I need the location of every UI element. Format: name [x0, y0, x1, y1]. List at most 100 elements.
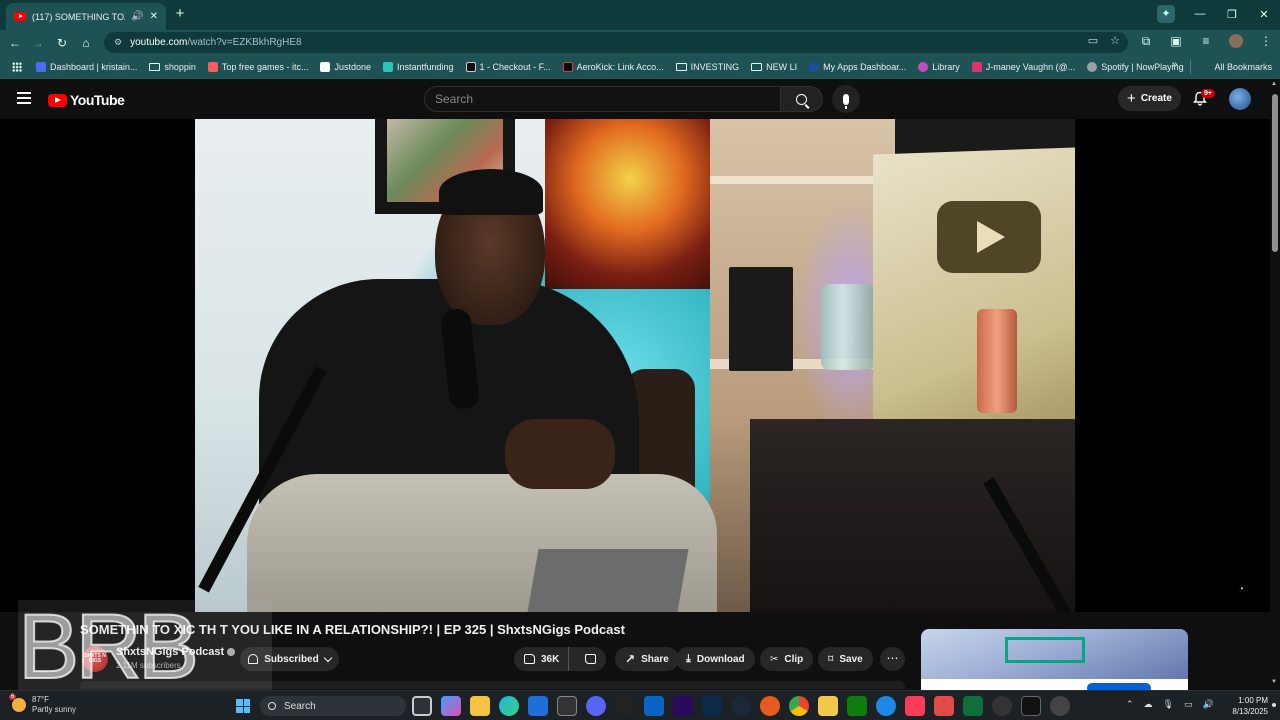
bookmark-item[interactable]: Library [912, 57, 966, 77]
chrome-icon[interactable] [789, 696, 809, 716]
video-player[interactable]: ◔ [0, 119, 1270, 612]
video-frame[interactable] [195, 119, 1075, 612]
site-info-icon[interactable]: ⚙ [114, 37, 122, 48]
more-actions-button[interactable]: ⋯ [880, 647, 905, 671]
outlook-icon[interactable] [644, 696, 664, 716]
all-bookmarks-button[interactable]: All Bookmarks [1208, 57, 1272, 77]
bookmark-folder[interactable]: INVESTING [670, 57, 746, 77]
bookmarks-overflow-icon[interactable]: » [1172, 59, 1178, 70]
taskbar-search[interactable]: Search [260, 696, 406, 716]
sponsored-ad-card[interactable] [921, 629, 1188, 691]
bookmark-item[interactable]: Instantfunding [377, 57, 460, 77]
weather-desc: Partly sunny [32, 705, 77, 714]
chrome-menu-icon[interactable]: ⋮ [1258, 34, 1274, 51]
reload-icon[interactable]: ↻ [53, 34, 71, 52]
search-button[interactable] [781, 86, 823, 112]
bookmark-item[interactable]: My Apps Dashboar... [803, 57, 912, 77]
create-button[interactable]: + Create [1118, 86, 1181, 111]
app-launcher-icon[interactable] [1021, 696, 1041, 716]
bookmark-star-icon[interactable]: ☆ [1110, 34, 1120, 47]
rockstar-icon[interactable] [818, 696, 838, 716]
forward-icon[interactable]: → [29, 34, 47, 52]
steam-icon[interactable] [731, 696, 751, 716]
extensions-icon[interactable]: ⧉ [1138, 34, 1154, 51]
copilot-icon[interactable] [441, 696, 461, 716]
account-avatar[interactable] [1229, 88, 1251, 110]
search-input[interactable] [435, 92, 765, 106]
like-dislike-group: 36K [514, 647, 606, 671]
music-icon[interactable] [905, 696, 925, 716]
clip-button[interactable]: ✂ Clip [760, 647, 814, 671]
sync-app-icon[interactable] [876, 696, 896, 716]
tab-close-icon[interactable]: ✕ [150, 11, 158, 22]
bookmark-item[interactable]: J-maney Vaughn (@... [966, 57, 1082, 77]
lightroom-icon[interactable] [702, 696, 722, 716]
youtube-header: YouTube + Create [0, 79, 1270, 119]
video-scene-game-box [729, 267, 793, 371]
premiere-pro-icon[interactable] [673, 696, 693, 716]
bookmark-item[interactable]: AeroKick: Link Acco... [557, 57, 670, 77]
scroll-down-arrow-icon[interactable]: ▼ [1271, 679, 1277, 685]
epic-games-icon[interactable] [557, 696, 577, 716]
terminal-app-icon[interactable] [963, 696, 983, 716]
network-icon[interactable]: ▭ [1184, 699, 1193, 710]
new-tab-button[interactable]: + [170, 5, 190, 23]
file-explorer-icon[interactable] [470, 696, 490, 716]
video-scene-laptop [527, 549, 689, 612]
windows-start-icon[interactable] [236, 699, 250, 713]
home-icon[interactable]: ⌂ [77, 34, 95, 52]
volume-icon[interactable]: 🔊 [1203, 699, 1214, 710]
apps-grid-icon[interactable] [12, 62, 22, 72]
checkout-favicon-icon [465, 62, 476, 72]
save-button[interactable]: ⌑ Save [818, 647, 873, 671]
download-button[interactable]: ⤓ Download [676, 647, 755, 671]
bookmark-item[interactable]: Justdone [314, 57, 377, 77]
tab-audio-icon[interactable]: 🔊 [131, 11, 143, 22]
minimize-icon[interactable]: — [1184, 8, 1216, 20]
xbox-icon[interactable] [847, 696, 867, 716]
media-app-icon[interactable] [615, 696, 635, 716]
bookmark-item[interactable]: 1 - Checkout - F... [460, 57, 557, 77]
bookmark-item[interactable]: Dashboard | kristain... [30, 57, 143, 77]
bookmark-folder[interactable]: shoppin [143, 57, 202, 77]
video-app-icon[interactable] [934, 696, 954, 716]
scroll-up-arrow-icon[interactable]: ▲ [1271, 81, 1277, 87]
back-icon[interactable]: ← [6, 34, 24, 52]
youtube-logo[interactable]: YouTube [48, 92, 125, 108]
menu-icon[interactable] [17, 92, 31, 104]
discord-icon[interactable] [586, 696, 606, 716]
url-path: /watch?v=EZKBkhRgHE8 [187, 37, 302, 48]
recording-app-icon[interactable] [992, 696, 1012, 716]
maximize-icon[interactable]: ❐ [1216, 8, 1248, 21]
weather-widget[interactable]: 6 87°F Partly sunny [9, 694, 77, 715]
media-controls-icon[interactable]: ≡ [1198, 34, 1214, 51]
scrollbar-thumb[interactable] [1272, 94, 1278, 252]
okta-favicon-icon [809, 62, 820, 72]
tray-mic-icon[interactable]: 🎙 [1163, 699, 1174, 710]
notification-center-icon[interactable] [1272, 703, 1276, 707]
edge-icon[interactable] [499, 696, 519, 716]
task-view-icon[interactable] [412, 696, 432, 716]
tab-search-icon[interactable]: ▣ [1168, 34, 1184, 51]
like-count: 36K [541, 653, 560, 665]
share-button[interactable]: ↗ Share [615, 647, 679, 671]
store-icon[interactable] [528, 696, 548, 716]
justdone-favicon-icon [320, 62, 331, 72]
like-button[interactable]: 36K [514, 647, 569, 671]
browser-tab[interactable]: (117) SOMETHING TOXIC T 🔊 ✕ [6, 3, 166, 30]
voice-search-button[interactable] [832, 85, 860, 113]
address-bar[interactable]: ⚙ youtube.com/watch?v=EZKBkhRgHE8 ▭ ☆ [104, 32, 1128, 53]
settings-gear-icon[interactable] [1050, 696, 1070, 716]
onedrive-icon[interactable]: ☁ [1144, 699, 1153, 710]
profile-avatar-icon[interactable] [1228, 34, 1244, 51]
dislike-button[interactable] [575, 654, 606, 664]
gemini-icon[interactable]: ✦ [1157, 5, 1175, 23]
bookmark-item[interactable]: Top free games - itc... [202, 57, 315, 77]
weather-badge: 6 [9, 694, 17, 700]
cast-icon[interactable]: ▭ [1088, 34, 1098, 47]
system-clock[interactable]: 1:00 PM 8/13/2025 [1226, 695, 1268, 717]
bookmark-folder[interactable]: NEW LI [745, 57, 803, 77]
origin-icon[interactable] [760, 696, 780, 716]
tray-chevron-up-icon[interactable]: ⌃ [1126, 699, 1134, 710]
close-window-icon[interactable]: ✕ [1248, 8, 1280, 21]
